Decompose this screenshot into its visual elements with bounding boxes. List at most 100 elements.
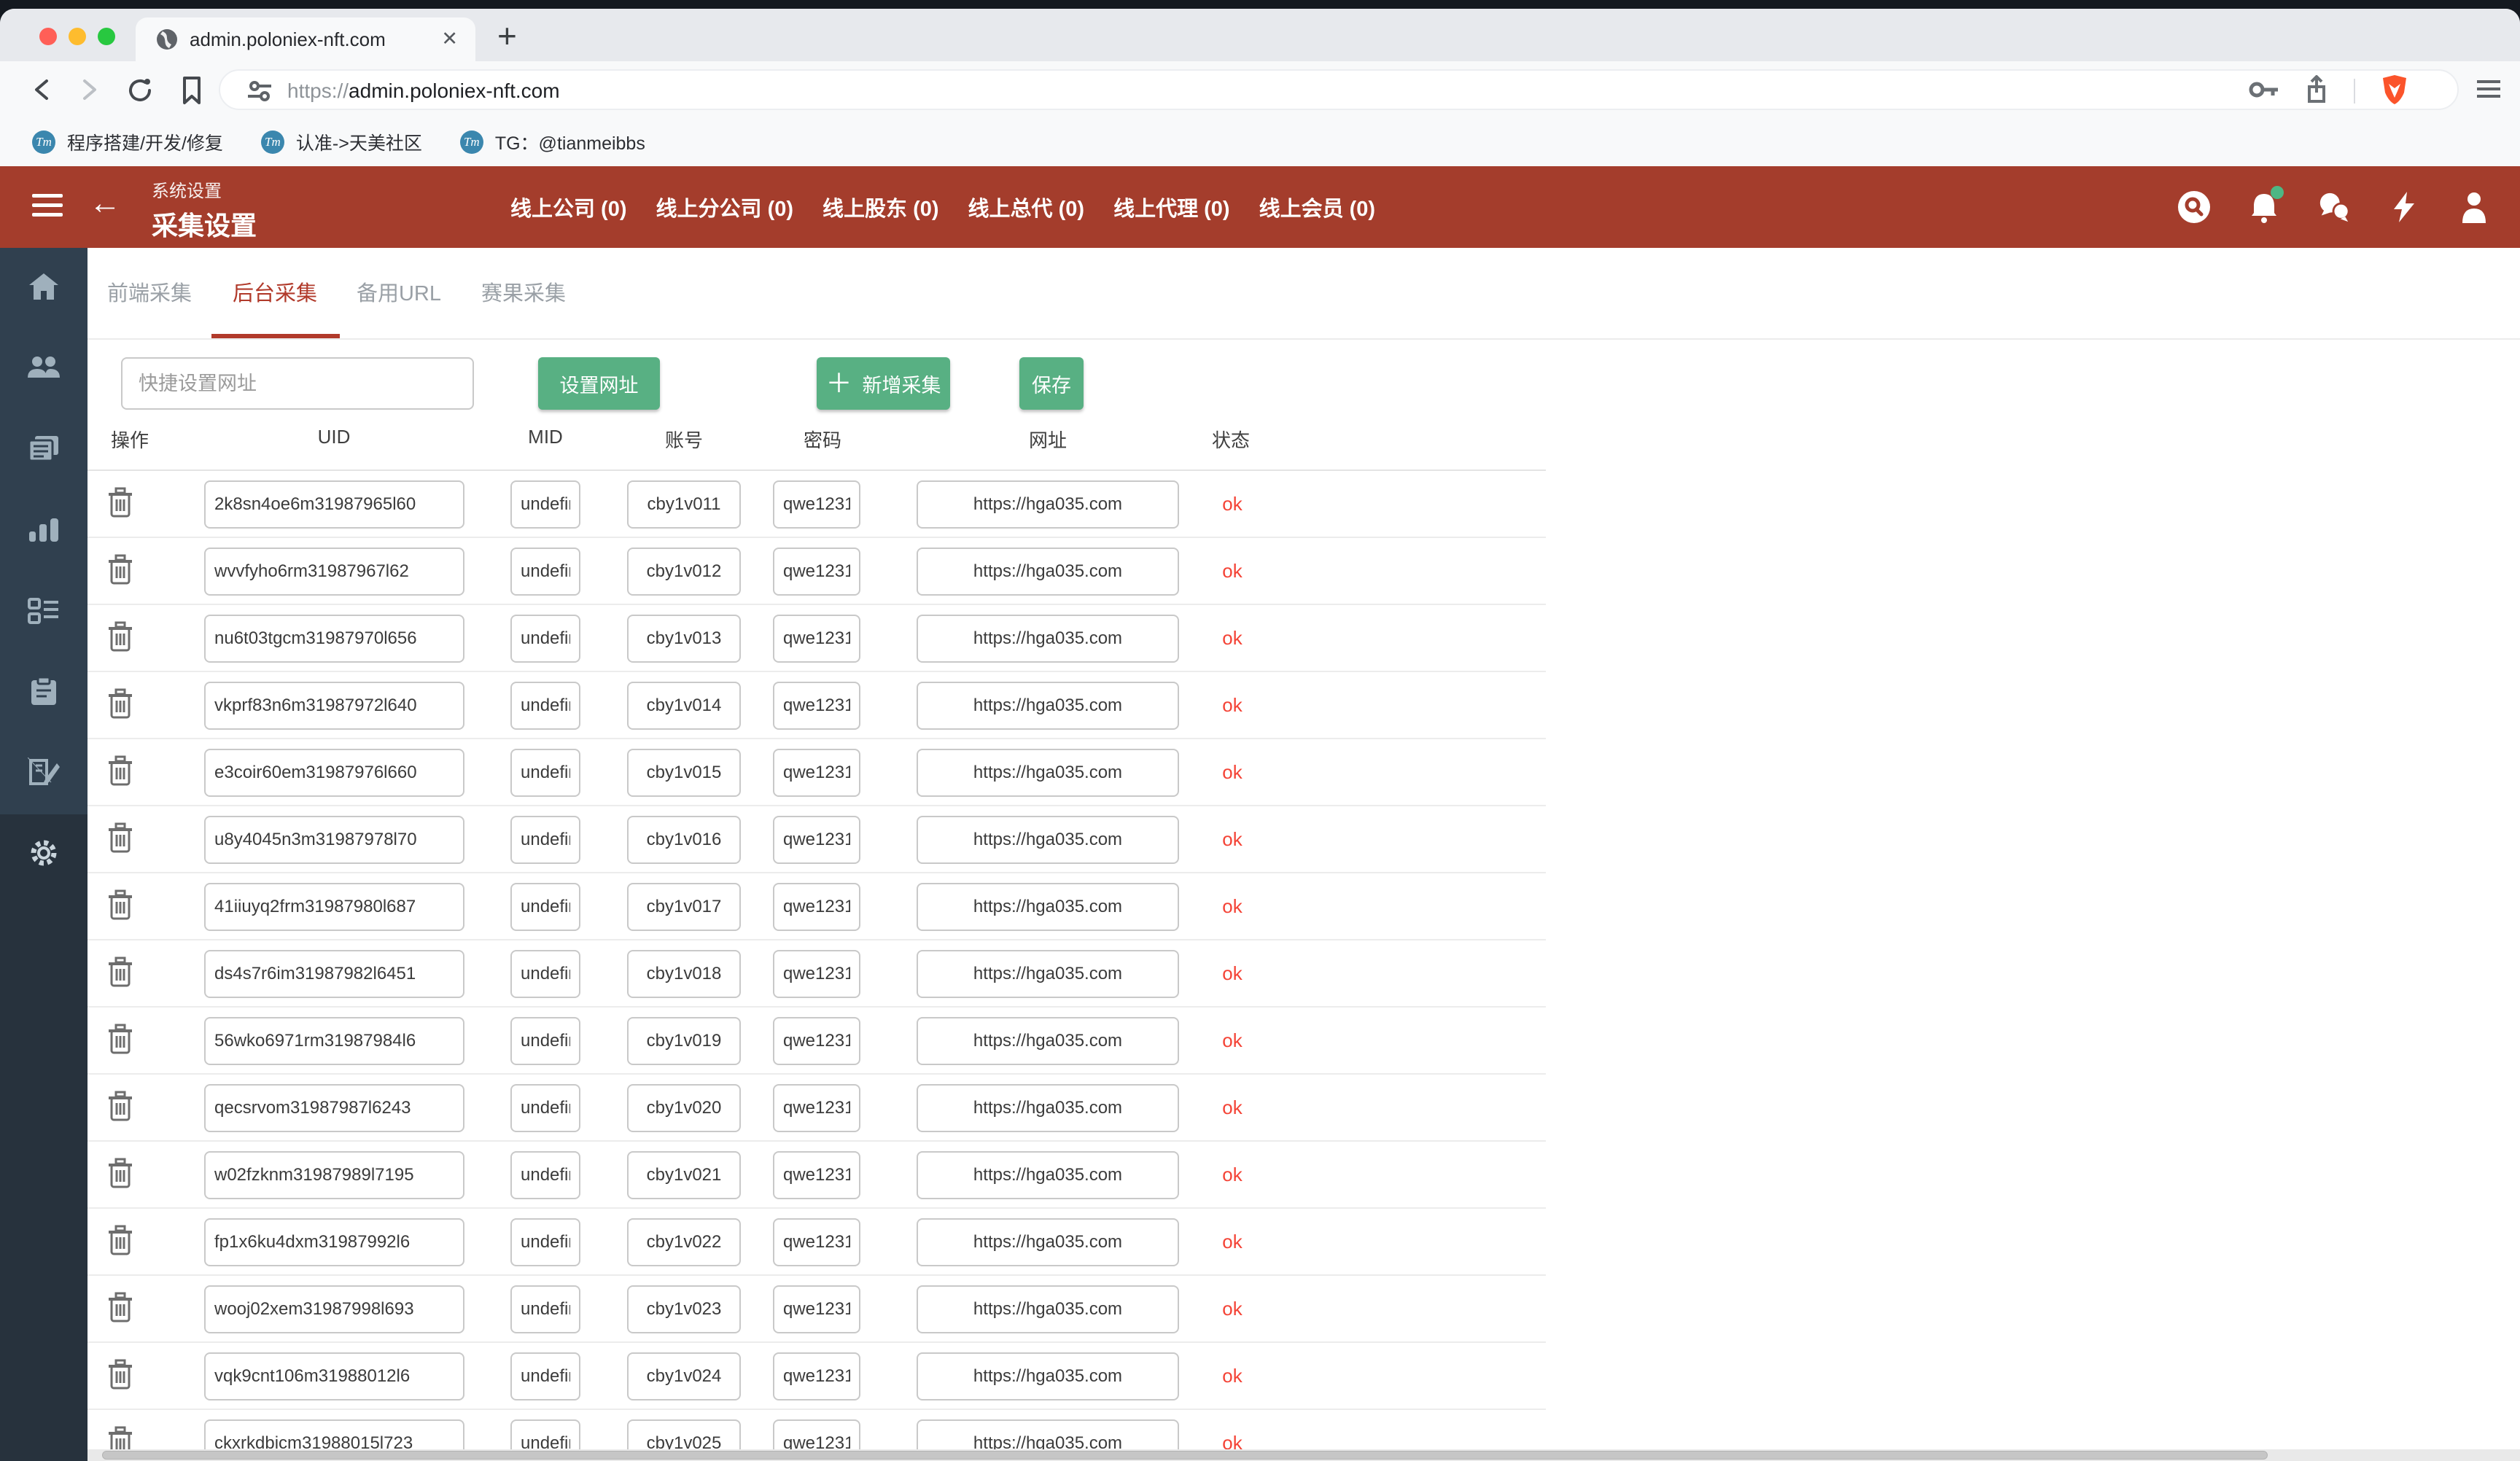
uid-input[interactable] [204,749,464,797]
account-input[interactable] [627,950,741,998]
macos-minimize-button[interactable] [69,28,86,45]
password-input[interactable] [773,749,860,797]
password-input[interactable] [773,1285,860,1333]
delete-row-button[interactable] [108,1024,133,1059]
forward-icon[interactable] [76,75,102,108]
account-input[interactable] [627,682,741,730]
site-settings-icon[interactable] [246,80,273,106]
password-input[interactable] [773,816,860,864]
account-icon[interactable] [2457,190,2491,224]
password-input[interactable] [773,548,860,596]
uid-input[interactable] [204,1151,464,1199]
url-input[interactable] [917,615,1179,663]
header-nav-item[interactable]: 线上总代 (0) [968,192,1085,222]
macos-close-button[interactable] [39,28,57,45]
url-input[interactable] [917,548,1179,596]
header-nav-item[interactable]: 线上会员 (0) [1259,192,1376,222]
header-nav-item[interactable]: 线上代理 (0) [1113,192,1230,222]
uid-input[interactable] [204,1017,464,1065]
uid-input[interactable] [204,1285,464,1333]
password-input[interactable] [773,883,860,931]
account-input[interactable] [627,816,741,864]
mid-input[interactable] [510,1285,580,1333]
url-input[interactable] [917,682,1179,730]
delete-row-button[interactable] [108,822,133,858]
notifications-icon[interactable] [2247,190,2281,224]
brave-shield-icon[interactable] [2380,74,2409,109]
mid-input[interactable] [510,682,580,730]
account-input[interactable] [627,615,741,663]
uid-input[interactable] [204,615,464,663]
url-input[interactable] [917,1084,1179,1132]
url-input[interactable] [917,1352,1179,1400]
mid-input[interactable] [510,950,580,998]
sidebar-item-users[interactable] [0,329,88,410]
account-input[interactable] [627,1285,741,1333]
password-input[interactable] [773,682,860,730]
account-input[interactable] [627,1151,741,1199]
bookmark-item[interactable]: Tm程序搭建/开发/修复 [32,129,223,155]
url-input[interactable] [917,1151,1179,1199]
browser-tab[interactable]: admin.poloniex-nft.com ✕ [136,17,475,61]
url-input[interactable] [917,950,1179,998]
uid-input[interactable] [204,883,464,931]
url-input[interactable] [917,480,1179,529]
tab-备用URL[interactable]: 备用URL [357,248,441,340]
account-input[interactable] [627,749,741,797]
tab-前端采集[interactable]: 前端采集 [107,248,192,340]
account-input[interactable] [627,480,741,529]
header-nav-item[interactable]: 线上股东 (0) [822,192,939,222]
uid-input[interactable] [204,682,464,730]
url-input[interactable] [917,749,1179,797]
scrollbar-thumb[interactable] [102,1451,2268,1460]
url-input[interactable] [917,1285,1179,1333]
reload-icon[interactable] [125,75,156,109]
new-tab-button[interactable]: + [497,16,517,55]
password-input[interactable] [773,615,860,663]
tab-后台采集[interactable]: 后台采集 [233,248,317,340]
delete-row-button[interactable] [108,1091,133,1126]
mid-input[interactable] [510,548,580,596]
sidebar-item-list[interactable] [0,572,88,652]
url-bar[interactable]: https://admin.poloniex-nft.com [219,69,2459,110]
delete-row-button[interactable] [108,1158,133,1193]
uid-input[interactable] [204,1084,464,1132]
bookmark-item[interactable]: TmTG：@tianmeibbs [460,129,645,155]
tab-close-icon[interactable]: ✕ [441,28,458,50]
url-input[interactable] [917,816,1179,864]
account-input[interactable] [627,1352,741,1400]
delete-row-button[interactable] [108,889,133,925]
browser-menu-icon[interactable] [2475,77,2502,104]
mid-input[interactable] [510,1084,580,1132]
share-icon[interactable] [2304,75,2329,108]
password-input[interactable] [773,480,860,529]
flash-icon[interactable] [2387,190,2421,224]
uid-input[interactable] [204,1352,464,1400]
bookmark-item[interactable]: Tm认准->天美社区 [261,129,422,155]
app-back-icon[interactable]: ← [89,185,121,222]
account-input[interactable] [627,1017,741,1065]
password-input[interactable] [773,1151,860,1199]
mid-input[interactable] [510,1218,580,1266]
mid-input[interactable] [510,1352,580,1400]
sidebar-item-documents[interactable] [0,410,88,491]
mid-input[interactable] [510,749,580,797]
uid-input[interactable] [204,1218,464,1266]
sidebar-item-book-edit[interactable] [0,733,88,814]
url-input[interactable] [917,1017,1179,1065]
url-input[interactable] [917,883,1179,931]
uid-input[interactable] [204,950,464,998]
mid-input[interactable] [510,816,580,864]
header-nav-item[interactable]: 线上公司 (0) [510,192,627,222]
account-input[interactable] [627,1218,741,1266]
account-input[interactable] [627,548,741,596]
mid-input[interactable] [510,1017,580,1065]
password-input[interactable] [773,1352,860,1400]
password-input[interactable] [773,1218,860,1266]
back-icon[interactable] [29,75,55,108]
account-input[interactable] [627,883,741,931]
password-input[interactable] [773,1017,860,1065]
macos-maximize-button[interactable] [98,28,115,45]
mid-input[interactable] [510,480,580,529]
uid-input[interactable] [204,816,464,864]
